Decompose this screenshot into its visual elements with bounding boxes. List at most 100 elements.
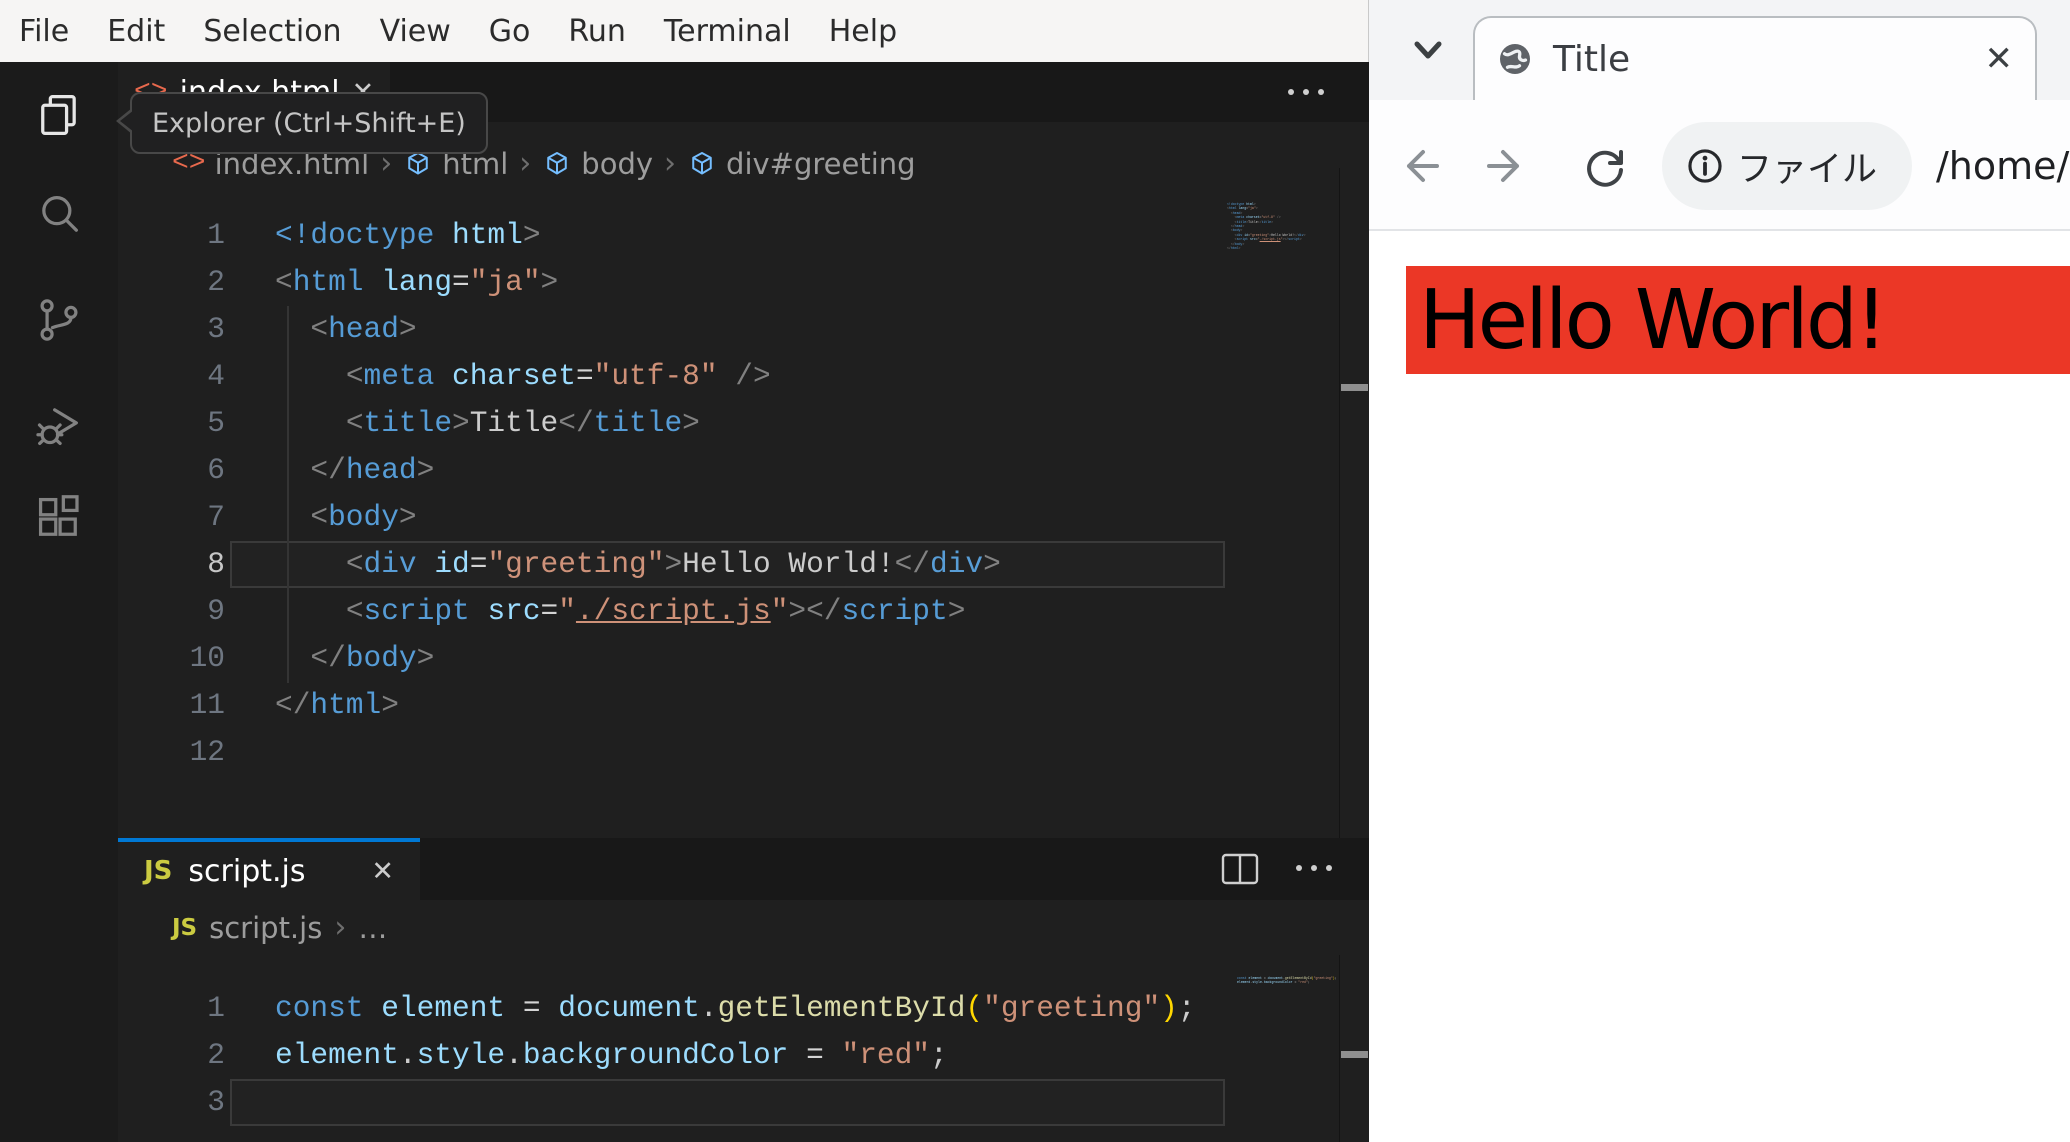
js-code-editor[interactable]: 1 const element = document.getElementById…: [118, 985, 1339, 1126]
menu-item-edit[interactable]: Edit: [88, 14, 184, 49]
address-bar-url[interactable]: /home/u: [1936, 100, 2070, 231]
html-code-editor[interactable]: 1 <!doctype html> 2 <html lang="ja"> 3 <head…: [118, 212, 1339, 776]
code-text: <div id="greeting">Hello World!</div>: [345, 547, 1001, 581]
forward-icon[interactable]: [1477, 142, 1527, 190]
close-icon[interactable]: ✕: [371, 856, 394, 887]
code-text: <html lang="ja">: [275, 265, 559, 299]
scrollbar-marker[interactable]: [1341, 384, 1368, 391]
line-number: 11: [189, 688, 225, 722]
code-text: </body>: [310, 641, 435, 675]
menu-item-selection[interactable]: Selection: [184, 14, 360, 49]
vscode-window: File Edit Selection View Go Run Terminal Help: [0, 0, 1369, 1142]
code-text: <body>: [310, 500, 417, 534]
code-line[interactable]: 11 </html>: [118, 682, 1339, 729]
breadcrumb-label: body: [581, 146, 654, 181]
breadcrumb-item-div-greeting[interactable]: div#greeting: [687, 147, 916, 181]
back-icon[interactable]: [1399, 142, 1449, 190]
code-line[interactable]: 3: [118, 1079, 1339, 1126]
activity-bar: [0, 62, 118, 1142]
indent-guide: [287, 306, 289, 683]
scrollbar-divider: [1339, 168, 1340, 838]
browser-window: Title ✕ ファイル /home/ Hello World!: [1369, 0, 2070, 1142]
reload-icon[interactable]: [1581, 142, 1629, 190]
code-line[interactable]: 1 <!doctype html>: [118, 212, 1339, 259]
scrollbar-marker[interactable]: [1341, 1051, 1368, 1058]
code-text: <title>Title</title>: [345, 406, 700, 440]
breadcrumb-label: div#greeting: [726, 146, 916, 181]
code-text: <meta charset="utf-8" />: [345, 359, 771, 393]
browser-viewport: Hello World!: [1369, 231, 2070, 1142]
code-text: <!doctype html>: [275, 218, 541, 252]
browser-toolbar: ファイル /home/u: [1369, 100, 2070, 231]
run-debug-icon[interactable]: [33, 399, 85, 451]
code-text: </head>: [310, 453, 435, 487]
search-icon[interactable]: [33, 189, 85, 241]
code-line[interactable]: 9 <script src="./script.js"></script>: [118, 588, 1339, 635]
line-number: 1: [207, 991, 225, 1025]
explorer-icon[interactable]: [33, 89, 85, 141]
code-text: <head>: [310, 312, 417, 346]
line-number: 2: [207, 265, 225, 299]
line-number: 8: [207, 547, 225, 581]
code-line[interactable]: 1 const element = document.getElementById…: [118, 985, 1339, 1032]
breadcrumb-separator: ›: [664, 146, 677, 181]
tab-script-js[interactable]: JS script.js ✕: [118, 838, 420, 900]
more-actions-icon[interactable]: [1288, 89, 1324, 95]
symbol-cube-icon: [542, 149, 572, 179]
menu-item-view[interactable]: View: [361, 14, 470, 49]
breadcrumb-separator: ›: [519, 146, 532, 181]
greeting-div: Hello World!: [1406, 266, 2070, 374]
code-line[interactable]: 6 </head>: [118, 447, 1339, 494]
split-editor-icon[interactable]: [1220, 852, 1260, 886]
code-line[interactable]: 2 element.style.backgroundColor = "red";: [118, 1032, 1339, 1079]
info-icon: [1688, 149, 1722, 183]
code-line[interactable]: 12: [118, 729, 1339, 776]
code-line[interactable]: 10 </body>: [118, 635, 1339, 682]
js-file-icon: JS: [144, 856, 173, 886]
code-line[interactable]: 8 <div id="greeting">Hello World!</div>: [118, 541, 1339, 588]
breadcrumb-item-body[interactable]: body: [542, 147, 653, 181]
line-number: 3: [207, 1085, 225, 1119]
menu-bar: File Edit Selection View Go Run Terminal Help: [0, 0, 1369, 62]
chevron-down-icon[interactable]: [1403, 28, 1453, 72]
more-actions-icon[interactable]: [1296, 865, 1332, 871]
minimap[interactable]: <!doctype html> <html lang="ja"> <head> <…: [1227, 202, 1306, 250]
source-control-icon[interactable]: [33, 294, 85, 346]
minimap[interactable]: const element = document.getElementById(…: [1237, 976, 1337, 985]
menu-item-file[interactable]: File: [0, 14, 88, 49]
menu-item-run[interactable]: Run: [549, 14, 645, 49]
line-number: 2: [207, 1038, 225, 1072]
code-text: </html>: [275, 688, 399, 722]
symbol-cube-icon: [687, 149, 717, 179]
code-line[interactable]: 2 <html lang="ja">: [118, 259, 1339, 306]
line-number: 4: [207, 359, 225, 393]
url-scheme-chip[interactable]: ファイル: [1662, 122, 1912, 210]
extensions-icon[interactable]: [33, 492, 85, 544]
breadcrumb-script: JS script.js › …: [118, 900, 1369, 955]
browser-tab-strip: Title ✕: [1369, 0, 2070, 100]
line-number: 10: [189, 641, 225, 675]
code-text: const element = document.getElementById(…: [275, 991, 1196, 1025]
line-number: 1: [207, 218, 225, 252]
breadcrumb-more[interactable]: …: [358, 911, 387, 945]
js-file-icon: JS: [172, 914, 198, 941]
code-line[interactable]: 4 <meta charset="utf-8" />: [118, 353, 1339, 400]
line-number: 3: [207, 312, 225, 346]
screen: File Edit Selection View Go Run Terminal Help: [0, 0, 2070, 1142]
breadcrumb-item[interactable]: script.js: [209, 911, 322, 945]
line-number: 9: [207, 594, 225, 628]
code-line[interactable]: 7 <body>: [118, 494, 1339, 541]
tab-label: script.js: [188, 853, 306, 889]
scrollbar-divider: [1339, 955, 1340, 1142]
menu-item-go[interactable]: Go: [470, 14, 550, 49]
menu-item-terminal[interactable]: Terminal: [645, 14, 810, 49]
breadcrumb-separator: ›: [334, 910, 347, 945]
close-icon[interactable]: ✕: [1985, 39, 2014, 79]
line-number: 5: [207, 406, 225, 440]
browser-tab[interactable]: Title ✕: [1473, 16, 2037, 100]
menu-item-help[interactable]: Help: [810, 14, 916, 49]
code-line[interactable]: 3 <head>: [118, 306, 1339, 353]
code-line[interactable]: 5 <title>Title</title>: [118, 400, 1339, 447]
